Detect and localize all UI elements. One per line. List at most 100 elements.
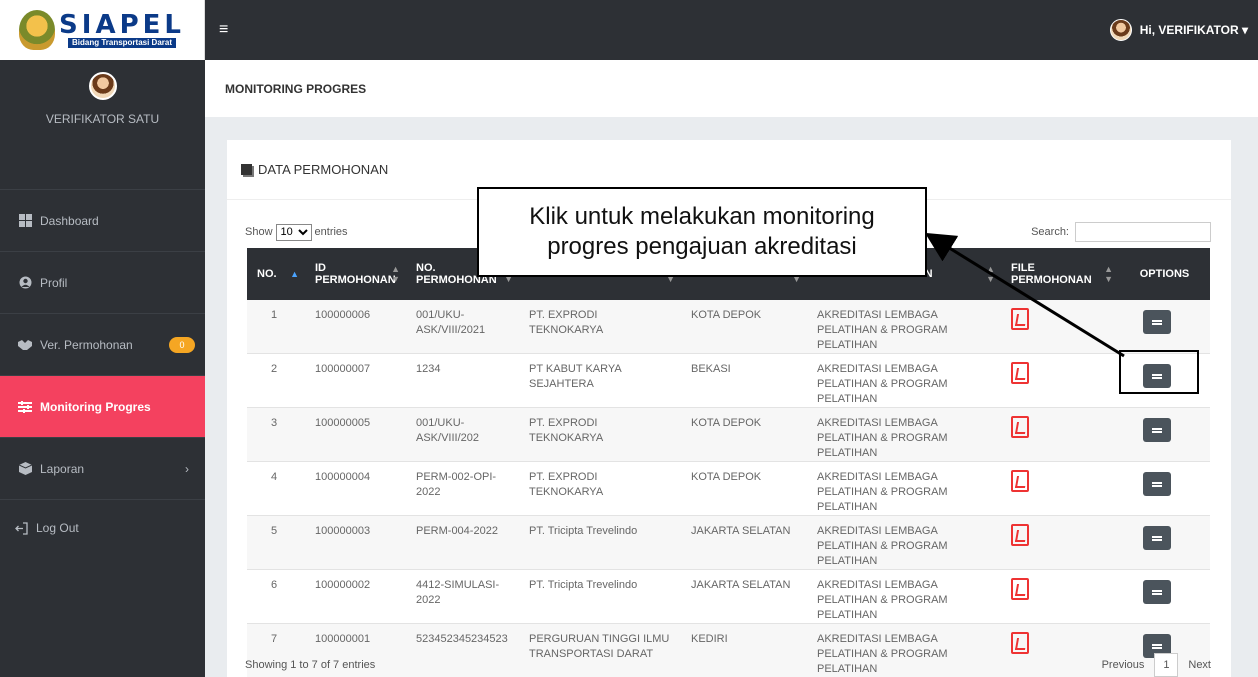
cell-file (1001, 461, 1119, 516)
table-row: 4 100000004 PERM-002-OPI-2022 PT. EXPRODI T… (247, 461, 1210, 516)
cell-options (1119, 461, 1210, 516)
search-input[interactable] (1075, 222, 1211, 242)
pdf-icon[interactable] (1011, 470, 1029, 492)
page-number-button[interactable]: 1 (1154, 653, 1179, 677)
table-footer: Showing 1 to 7 of 7 entries Previous 1 N… (245, 653, 1211, 677)
cell-lembaga: PT KABUT KARYA SEJAHTERA (519, 353, 681, 408)
cell-no: 4 (247, 461, 305, 516)
sidebar-item-label: Laporan (40, 461, 85, 476)
cell-kota: KOTA DEPOK (681, 300, 807, 354)
cell-id: 100000006 (305, 300, 406, 354)
next-button[interactable]: Next (1188, 659, 1211, 671)
cell-file (1001, 407, 1119, 462)
logo[interactable]: SIAPEL Bidang Transportasi Darat (0, 0, 205, 60)
sidebar-item-monitoring-progres[interactable]: Monitoring Progres (0, 376, 205, 438)
hamburger-icon[interactable]: ≡ (219, 21, 228, 39)
table-row: 5 100000003 PERM-004-2022 PT. Tricipta Trev… (247, 515, 1210, 570)
avatar (88, 72, 117, 100)
emblem-icon (19, 10, 56, 50)
monitoring-detail-button[interactable] (1143, 472, 1171, 496)
table-info: Showing 1 to 7 of 7 entries (245, 659, 376, 671)
logout-link[interactable]: Log Out (0, 500, 205, 556)
cell-file (1001, 515, 1119, 570)
chevron-right-icon: › (185, 461, 189, 476)
cell-no: 5 (247, 515, 305, 570)
handshake-icon (18, 338, 32, 352)
annotation-highlight-box (1119, 350, 1199, 394)
sliders-icon (18, 400, 32, 414)
user-dropdown[interactable]: Hi, VERIFIKATOR ▾ (1109, 19, 1248, 41)
logout-icon (14, 521, 28, 535)
cell-file (1001, 353, 1119, 408)
page-title: MONITORING PROGRES (205, 60, 1258, 117)
monitoring-detail-button[interactable] (1143, 526, 1171, 550)
monitoring-detail-button[interactable] (1143, 580, 1171, 604)
cell-jenis: AKREDITASI LEMBAGA PELATIHAN & PROGRAM P… (807, 407, 1001, 462)
cell-jenis: AKREDITASI LEMBAGA PELATIHAN & PROGRAM P… (807, 353, 1001, 408)
monitoring-detail-button[interactable] (1143, 418, 1171, 442)
sort-icon: ▲▼ (986, 264, 995, 284)
sidebar-item-ver-permohonan[interactable]: Ver. Permohonan 0 (0, 314, 205, 376)
sidebar-item-label: Profil (40, 275, 68, 290)
entries-label: entries (314, 226, 348, 238)
pdf-icon[interactable] (1011, 308, 1029, 330)
sidebar-item-dashboard[interactable]: Dashboard (0, 190, 205, 252)
pagination: Previous 1 Next (1102, 653, 1211, 677)
cell-nomor: 4412-SIMULASI-2022 (406, 569, 519, 624)
cell-lembaga: PT. EXPRODI TEKNOKARYA (519, 461, 681, 516)
monitoring-detail-button[interactable] (1143, 310, 1171, 334)
cell-no: 2 (247, 353, 305, 408)
entries-select[interactable]: 10 (275, 223, 312, 241)
cell-kota: JAKARTA SELATAN (681, 515, 807, 570)
sidebar-item-label: Ver. Permohonan (40, 337, 133, 352)
list-icon (1152, 319, 1162, 322)
cell-file (1001, 569, 1119, 624)
pdf-icon[interactable] (1011, 578, 1029, 600)
box-icon (18, 462, 32, 476)
previous-button[interactable]: Previous (1102, 659, 1145, 671)
cell-lembaga: PT. EXPRODI TEKNOKARYA (519, 407, 681, 462)
pdf-icon[interactable] (1011, 362, 1029, 384)
annotation-line-2: progres pengajuan akreditasi (547, 233, 857, 260)
cell-no: 3 (247, 407, 305, 462)
cell-id: 100000005 (305, 407, 406, 462)
card-title: DATA PERMOHONAN (258, 162, 389, 177)
sidebar-menu: Dashboard Profil Ver. Permohonan 0 Monit… (0, 190, 205, 500)
pdf-icon[interactable] (1011, 416, 1029, 438)
cell-lembaga: PT. Tricipta Trevelindo (519, 515, 681, 570)
user-greeting: Hi, VERIFIKATOR ▾ (1139, 23, 1248, 37)
cell-no: 6 (247, 569, 305, 624)
logout-label: Log Out (36, 521, 79, 535)
cell-options (1119, 300, 1210, 354)
cell-jenis: AKREDITASI LEMBAGA PELATIHAN & PROGRAM P… (807, 461, 1001, 516)
cell-id: 100000004 (305, 461, 406, 516)
table-row: 3 100000005 001/UKU-ASK/VIII/202 PT. EXPROD… (247, 407, 1210, 462)
table-icon (241, 164, 252, 175)
table-body: 1 100000006 001/UKU-ASK/VIII/2021 PT. EXPRO… (247, 300, 1210, 677)
sort-icon: ▲▼ (391, 264, 400, 284)
sidebar-item-laporan[interactable]: Laporan › (0, 438, 205, 500)
cell-id: 100000003 (305, 515, 406, 570)
list-icon (1152, 481, 1162, 484)
cell-kota: BEKASI (681, 353, 807, 408)
sidebar-item-label: Dashboard (40, 213, 99, 228)
pdf-icon[interactable] (1011, 524, 1029, 546)
user-name: VERIFIKATOR SATU (45, 112, 160, 126)
column-header-file[interactable]: FILE PERMOHONAN ▲ ▼ (1001, 248, 1119, 300)
cell-options (1119, 569, 1210, 624)
pdf-icon[interactable] (1011, 632, 1029, 654)
sidebar-item-profil[interactable]: Profil (0, 252, 205, 314)
annotation-callout: Klik untuk melakukan monitoring progres … (477, 187, 927, 277)
table-row: 1 100000006 001/UKU-ASK/VIII/2021 PT. EXPRO… (247, 300, 1210, 354)
cell-lembaga: PT. EXPRODI TEKNOKARYA (519, 300, 681, 354)
notification-badge: 0 (169, 336, 195, 353)
cell-jenis: AKREDITASI LEMBAGA PELATIHAN & PROGRAM P… (807, 515, 1001, 570)
cell-no: 1 (247, 300, 305, 354)
search-label: Search: (1031, 226, 1069, 238)
column-header-no[interactable]: NO. ▲ (247, 248, 305, 300)
search-box: Search: (1031, 222, 1211, 242)
cell-file (1001, 300, 1119, 354)
data-table: NO.▲ ID PERMOHONAN▲▼ NO. PERMOHONAN▲▼ NA… (247, 248, 1210, 677)
column-header-id[interactable]: ID PERMOHONAN ▲ ▼ (305, 248, 406, 300)
entries-length: Show 10 entries (245, 223, 348, 241)
